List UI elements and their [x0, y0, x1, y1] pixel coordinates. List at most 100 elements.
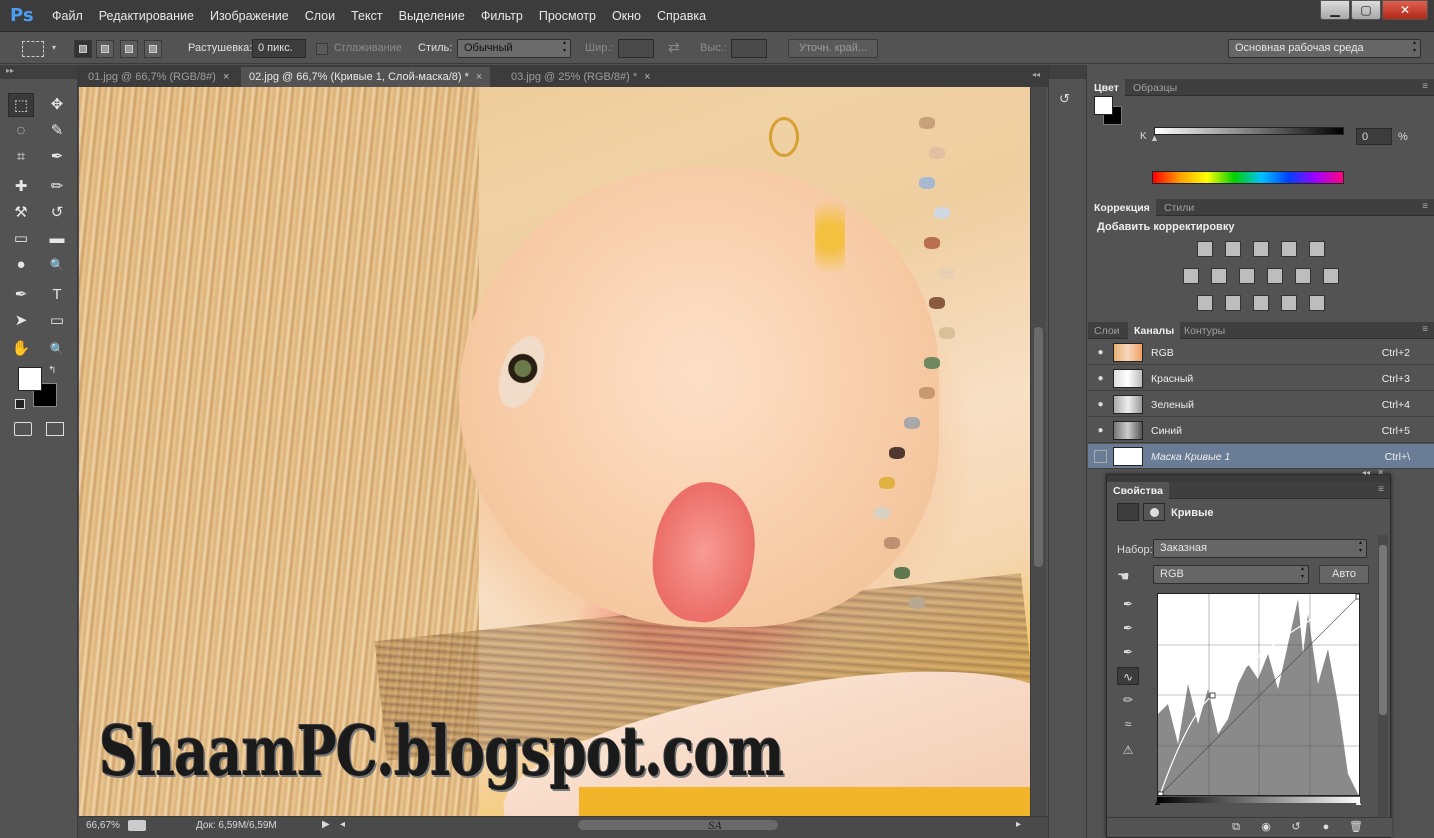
default-colors-icon[interactable] — [15, 399, 25, 409]
crop-tool-icon[interactable]: ⌗ — [8, 145, 34, 169]
tab-close-icon[interactable]: × — [223, 71, 229, 83]
blur-tool-icon[interactable]: ● — [8, 253, 34, 277]
k-slider-handle-icon[interactable]: ▲ — [1150, 133, 1159, 143]
swap-icon[interactable]: ⇄ — [668, 39, 680, 56]
curves-adjustment-icon[interactable] — [1117, 503, 1139, 521]
visibility-eye-icon[interactable]: ● — [1094, 346, 1107, 359]
tab-close-icon[interactable]: × — [476, 71, 482, 83]
k-value-input[interactable]: 0 — [1356, 128, 1392, 145]
visibility-eye-icon[interactable]: ● — [1094, 424, 1107, 437]
menu-select[interactable]: Выделение — [399, 9, 465, 23]
curve-points-icon[interactable]: ∿ — [1117, 667, 1139, 685]
mask-icon[interactable] — [1143, 503, 1165, 521]
tab-properties[interactable]: Свойства — [1107, 482, 1169, 499]
tab-01[interactable]: 01.jpg @ 66,7% (RGB/8#) × — [80, 67, 237, 87]
white-point-slider-icon[interactable]: ▲ — [1354, 797, 1363, 807]
height-input[interactable] — [731, 39, 767, 58]
view-previous-icon[interactable]: ◉ — [1259, 821, 1273, 834]
panel-menu-icon[interactable]: ≡ — [1422, 324, 1428, 335]
vibrance-icon[interactable] — [1309, 241, 1325, 257]
sample-white-eyedropper-icon[interactable]: ✒ — [1117, 643, 1139, 661]
new-selection-icon[interactable] — [74, 40, 92, 58]
tab-color[interactable]: Цвет — [1088, 79, 1125, 96]
healing-tool-icon[interactable]: ✚ — [8, 175, 34, 199]
eyedropper-tool-icon[interactable]: ✒ — [44, 145, 70, 169]
marquee-preset-icon[interactable] — [22, 41, 44, 57]
pencil-draw-icon[interactable]: ✏ — [1117, 691, 1139, 709]
visibility-eye-icon[interactable]: ● — [1094, 398, 1107, 411]
menu-type[interactable]: Текст — [351, 9, 382, 23]
quick-mask-icon[interactable] — [14, 422, 32, 436]
swap-colors-icon[interactable]: ↰ — [48, 365, 56, 376]
k-slider[interactable] — [1154, 127, 1344, 135]
clipping-warning-icon[interactable]: ⚠ — [1117, 741, 1139, 759]
color-spectrum-bar[interactable] — [1152, 171, 1344, 184]
menu-edit[interactable]: Редактирование — [99, 9, 194, 23]
clip-to-layer-icon[interactable]: ⧉ — [1229, 821, 1243, 834]
vertical-scroll-thumb[interactable] — [1034, 327, 1043, 567]
foreground-color-swatch[interactable] — [18, 367, 42, 391]
sample-black-eyedropper-icon[interactable]: ✒ — [1117, 595, 1139, 613]
menu-help[interactable]: Справка — [657, 9, 706, 23]
tab-styles[interactable]: Стили — [1158, 199, 1200, 216]
curves-icon[interactable] — [1253, 241, 1269, 257]
collapse-icon[interactable]: ▸▸ — [6, 66, 14, 75]
panel-close-icon[interactable]: ✕ — [1377, 468, 1384, 477]
visibility-eye-icon[interactable]: ● — [1094, 372, 1107, 385]
smooth-curve-icon[interactable]: ≈ — [1117, 715, 1139, 733]
eraser-tool-icon[interactable]: ▭ — [8, 227, 34, 251]
gradient-tool-icon[interactable]: ▬ — [44, 227, 70, 251]
black-point-slider-icon[interactable]: ▲ — [1153, 797, 1162, 807]
lasso-tool-icon[interactable]: ◌ — [8, 119, 34, 143]
add-selection-icon[interactable] — [96, 40, 114, 58]
stamp-tool-icon[interactable]: ⚒ — [8, 201, 34, 225]
close-button[interactable]: ✕ — [1382, 0, 1428, 20]
menu-file[interactable]: Файл — [52, 9, 83, 23]
width-input[interactable] — [618, 39, 654, 58]
screen-mode-icon[interactable] — [46, 422, 64, 436]
color-lookup-icon[interactable] — [1323, 268, 1339, 284]
antialias-checkbox[interactable] — [316, 43, 328, 55]
black-white-icon[interactable] — [1239, 268, 1255, 284]
canvas-vertical-scrollbar[interactable] — [1030, 87, 1046, 817]
dock-header[interactable] — [1049, 65, 1086, 79]
channel-mixer-icon[interactable] — [1295, 268, 1311, 284]
exposure-icon[interactable] — [1281, 241, 1297, 257]
feather-input[interactable]: 0 пикс. — [252, 39, 306, 58]
panel-collapse-icon[interactable]: ◂◂ — [1032, 70, 1040, 79]
scroll-left-icon[interactable]: ◂ — [340, 819, 345, 830]
menu-layer[interactable]: Слои — [305, 9, 335, 23]
tab-paths[interactable]: Контуры — [1178, 322, 1231, 339]
curves-graph[interactable] — [1157, 593, 1360, 796]
tab-03[interactable]: 03.jpg @ 25% (RGB/8#) * × — [503, 67, 659, 87]
workspace-select[interactable]: Основная рабочая среда — [1228, 39, 1421, 58]
channel-select[interactable]: RGB — [1153, 565, 1309, 584]
tab-02[interactable]: 02.jpg @ 66,7% (Кривые 1, Слой-маска/8) … — [241, 67, 491, 87]
threshold-icon[interactable] — [1253, 295, 1269, 311]
zoom-tool-icon[interactable]: 🔍 — [44, 337, 70, 361]
brightness-icon[interactable] — [1197, 241, 1213, 257]
panel-menu-icon[interactable]: ≡ — [1422, 201, 1428, 212]
visibility-toggle-icon[interactable] — [1094, 450, 1107, 463]
panel-menu-icon[interactable]: ≡ — [1422, 81, 1428, 92]
quick-select-tool-icon[interactable]: ✎ — [44, 119, 70, 143]
tab-channels[interactable]: Каналы — [1128, 322, 1181, 339]
collapse-icon[interactable]: ◂◂ — [1362, 468, 1370, 477]
type-tool-icon[interactable]: T — [44, 283, 70, 307]
maximize-button[interactable]: ▢ — [1351, 0, 1381, 20]
hand-tool-icon[interactable]: ✋ — [8, 337, 34, 361]
style-select[interactable]: Обычный — [457, 39, 571, 58]
color-balance-icon[interactable] — [1211, 268, 1227, 284]
properties-scrollbar[interactable] — [1378, 535, 1388, 820]
tab-close-icon[interactable]: × — [644, 71, 650, 83]
reset-icon[interactable]: ↺ — [1289, 821, 1303, 834]
pen-tool-icon[interactable]: ✒ — [8, 283, 34, 307]
refine-edge-button[interactable]: Уточн. край... — [788, 39, 878, 58]
zoom-level[interactable]: 66,67% — [86, 820, 120, 831]
invert-icon[interactable] — [1197, 295, 1213, 311]
menu-window[interactable]: Окно — [612, 9, 641, 23]
tab-layers[interactable]: Слои — [1088, 322, 1126, 339]
panel-menu-icon[interactable]: ≡ — [1378, 484, 1384, 495]
status-menu-icon[interactable] — [128, 820, 146, 831]
hue-saturation-icon[interactable] — [1183, 268, 1199, 284]
